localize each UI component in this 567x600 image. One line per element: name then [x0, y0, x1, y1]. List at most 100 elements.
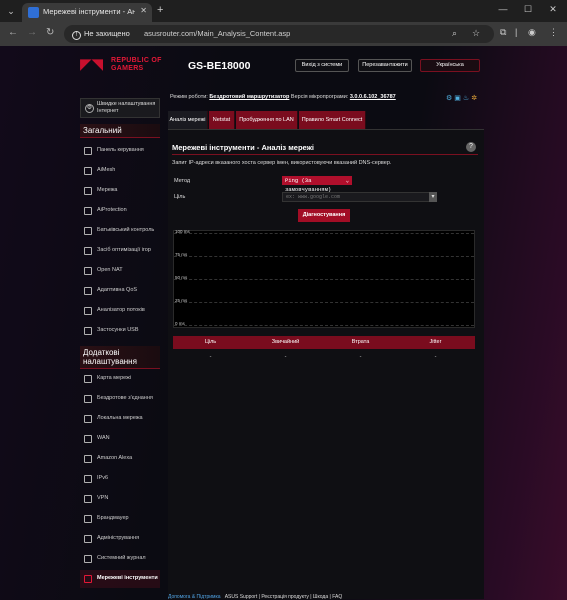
column-header-jitter: Jitter [429, 339, 442, 345]
traffic-analyzer-icon [84, 307, 92, 315]
sidebar-item-dashboard[interactable]: Панель керування [80, 142, 160, 160]
game-boost-icon [84, 247, 92, 255]
sidebar-item-syslog[interactable]: Системний журнал [80, 550, 160, 568]
brand-logo: REPUBLIC OF GAMERS [111, 57, 162, 73]
sidebar-item-alexa[interactable]: Amazon Alexa [80, 450, 160, 468]
new-tab-icon[interactable]: + [157, 4, 163, 16]
sidebar-item-open-nat[interactable]: Open NAT [80, 262, 160, 280]
aimesh-icon [84, 167, 92, 175]
sidebar-item-network-tools[interactable]: Мережеві інструменти [80, 570, 160, 588]
network-icon [84, 187, 92, 195]
sidebar-item-wireless[interactable]: Бездротове з'єднання [80, 390, 160, 408]
target-input[interactable]: ex: www.google.com [282, 192, 436, 202]
browser-tab[interactable]: Мережеві інструменти - Аналі ✕ [22, 3, 152, 22]
chart-gridline [174, 279, 474, 280]
chart-gridline [174, 325, 474, 326]
sidebar-item-traffic-analyzer[interactable]: Аналізатор потоків [80, 302, 160, 320]
address-bar[interactable]: ! Не захищено asusrouter.com/Main_Analysi… [64, 25, 494, 43]
quick-setup-button[interactable]: ⚙ Швидке налаштування Інтернет [80, 98, 160, 118]
tab-close-icon[interactable]: ✕ [140, 6, 147, 15]
reload-icon[interactable]: ↻ [46, 27, 54, 38]
syslog-icon [84, 555, 92, 563]
firmware-version-link[interactable]: 3.0.0.6.102_36787 [350, 94, 396, 100]
sidebar-item-label: Адміністрування [97, 535, 140, 541]
sidebar-item-label: Аналізатор потоків [97, 307, 145, 313]
lan-icon [84, 415, 92, 423]
sidebar-item-aiprotection[interactable]: AiProtection [80, 202, 160, 220]
back-icon[interactable]: ← [8, 27, 18, 38]
security-warning[interactable]: ! Не захищено [72, 29, 130, 40]
sidebar-item-parental[interactable]: Батьківський контроль [80, 222, 160, 240]
sidebar-item-label: WAN [97, 435, 110, 441]
network-tools-icon [84, 575, 92, 583]
sidebar-item-label: Бездротове з'єднання [97, 395, 153, 401]
operation-mode-link[interactable]: Бездротовий маршрутизатор [209, 94, 289, 100]
status-icons: ⚙▣♨✲ [446, 94, 479, 102]
menu-icon[interactable]: ⋮ [549, 27, 558, 38]
sidebar-item-network-map[interactable]: Карта мережі [80, 370, 160, 388]
extensions-icon[interactable]: ⧉ [500, 27, 506, 38]
tab-wake-on-lan[interactable]: Пробудження по LAN [236, 111, 298, 129]
sidebar-item-qos[interactable]: Адаптивна QoS [80, 282, 160, 300]
sidebar-item-usb[interactable]: Застосунки USB [80, 322, 160, 340]
sidebar-item-wan[interactable]: WAN [80, 430, 160, 448]
chart-gridline [174, 233, 474, 234]
firmware-label: Версія мікропрограми: [290, 94, 349, 100]
usb-icon [84, 327, 92, 335]
chart-gridline [174, 256, 474, 257]
target-label: Ціль [174, 194, 186, 200]
settings-status-icon[interactable]: ✲ [471, 95, 479, 102]
quick-setup-label: Швидке налаштування Інтернет [97, 101, 156, 114]
footer-links[interactable]: ASUS Support | Реєстрація продукту | Шко… [225, 594, 342, 600]
app-status-icon[interactable]: ▣ [454, 95, 463, 102]
section-general: Загальний [80, 124, 160, 138]
tab-netstat[interactable]: Netstat [209, 111, 235, 129]
tab-smart-connect[interactable]: Правило Smart Connect [299, 111, 366, 129]
tab-search-icon[interactable]: ⌄ [4, 4, 18, 18]
favicon-icon [28, 7, 39, 18]
sidebar-item-label: Open NAT [97, 267, 123, 273]
sidebar-item-label: AiProtection [97, 207, 127, 213]
warning-icon: ! [72, 31, 81, 40]
diagnose-button[interactable]: Діагностування [298, 209, 350, 222]
tab-network-analysis[interactable]: Аналіз мережі [168, 111, 208, 129]
target-dropdown-icon[interactable]: ▾ [429, 192, 437, 202]
model-name: GS-BE18000 [188, 60, 251, 72]
sidebar-item-label: Мережа [97, 187, 118, 193]
sidebar-item-ipv6[interactable]: IPv6 [80, 470, 160, 488]
sidebar-item-label: Мережеві інструменти [97, 575, 158, 581]
sidebar-item-admin[interactable]: Адміністрування [80, 530, 160, 548]
sidebar-item-vpn[interactable]: VPN [80, 490, 160, 508]
maximize-icon[interactable]: ☐ [521, 4, 535, 15]
usb-status-icon[interactable]: ♨ [463, 95, 471, 102]
sidebar-item-lan[interactable]: Локальна мережа [80, 410, 160, 428]
minimize-icon[interactable]: — [496, 4, 510, 14]
url-text[interactable]: asusrouter.com/Main_Analysis_Content.asp [144, 29, 290, 38]
help-icon[interactable]: ? [466, 142, 476, 152]
sidebar-item-label: Брандмауер [97, 515, 129, 521]
sidebar-item-network[interactable]: Мережа [80, 182, 160, 200]
help-support-link[interactable]: Допомога & Підтримка [168, 594, 221, 600]
sidebar-item-label: Системний журнал [97, 555, 146, 561]
chart-gridline [174, 302, 474, 303]
page-title: Мережеві інструменти - Аналіз мережі [172, 143, 315, 152]
browser-titlebar: ⌄ Мережеві інструменти - Аналі ✕ + — ☐ ✕ [0, 0, 567, 22]
profile-icon[interactable]: ◉ [528, 27, 536, 38]
language-select[interactable]: Українська [420, 59, 480, 72]
wireless-icon [84, 395, 92, 403]
logout-button[interactable]: Вихід з системи [295, 59, 349, 72]
vpn-icon [84, 495, 92, 503]
sidebar-item-label: Amazon Alexa [97, 455, 133, 461]
close-window-icon[interactable]: ✕ [546, 4, 560, 15]
parental-icon [84, 227, 92, 235]
method-select[interactable]: Ping (За замовчуванням) ⌄ [282, 176, 352, 193]
zoom-icon[interactable]: ⌕ [452, 28, 457, 39]
bookmark-star-icon[interactable]: ☆ [472, 28, 480, 39]
sidebar-item-aimesh[interactable]: AiMesh [80, 162, 160, 180]
reboot-button[interactable]: Перезавантажити [358, 59, 412, 72]
sidebar-item-firewall[interactable]: Брандмауер [80, 510, 160, 528]
sidebar-item-game-boost[interactable]: Засіб оптимізації ігор [80, 242, 160, 260]
forward-icon[interactable]: → [27, 27, 37, 38]
panel-description: Запит IP-адреси вказаного хоста сервер і… [172, 160, 392, 166]
section-advanced: Додаткові налаштування [80, 346, 160, 369]
